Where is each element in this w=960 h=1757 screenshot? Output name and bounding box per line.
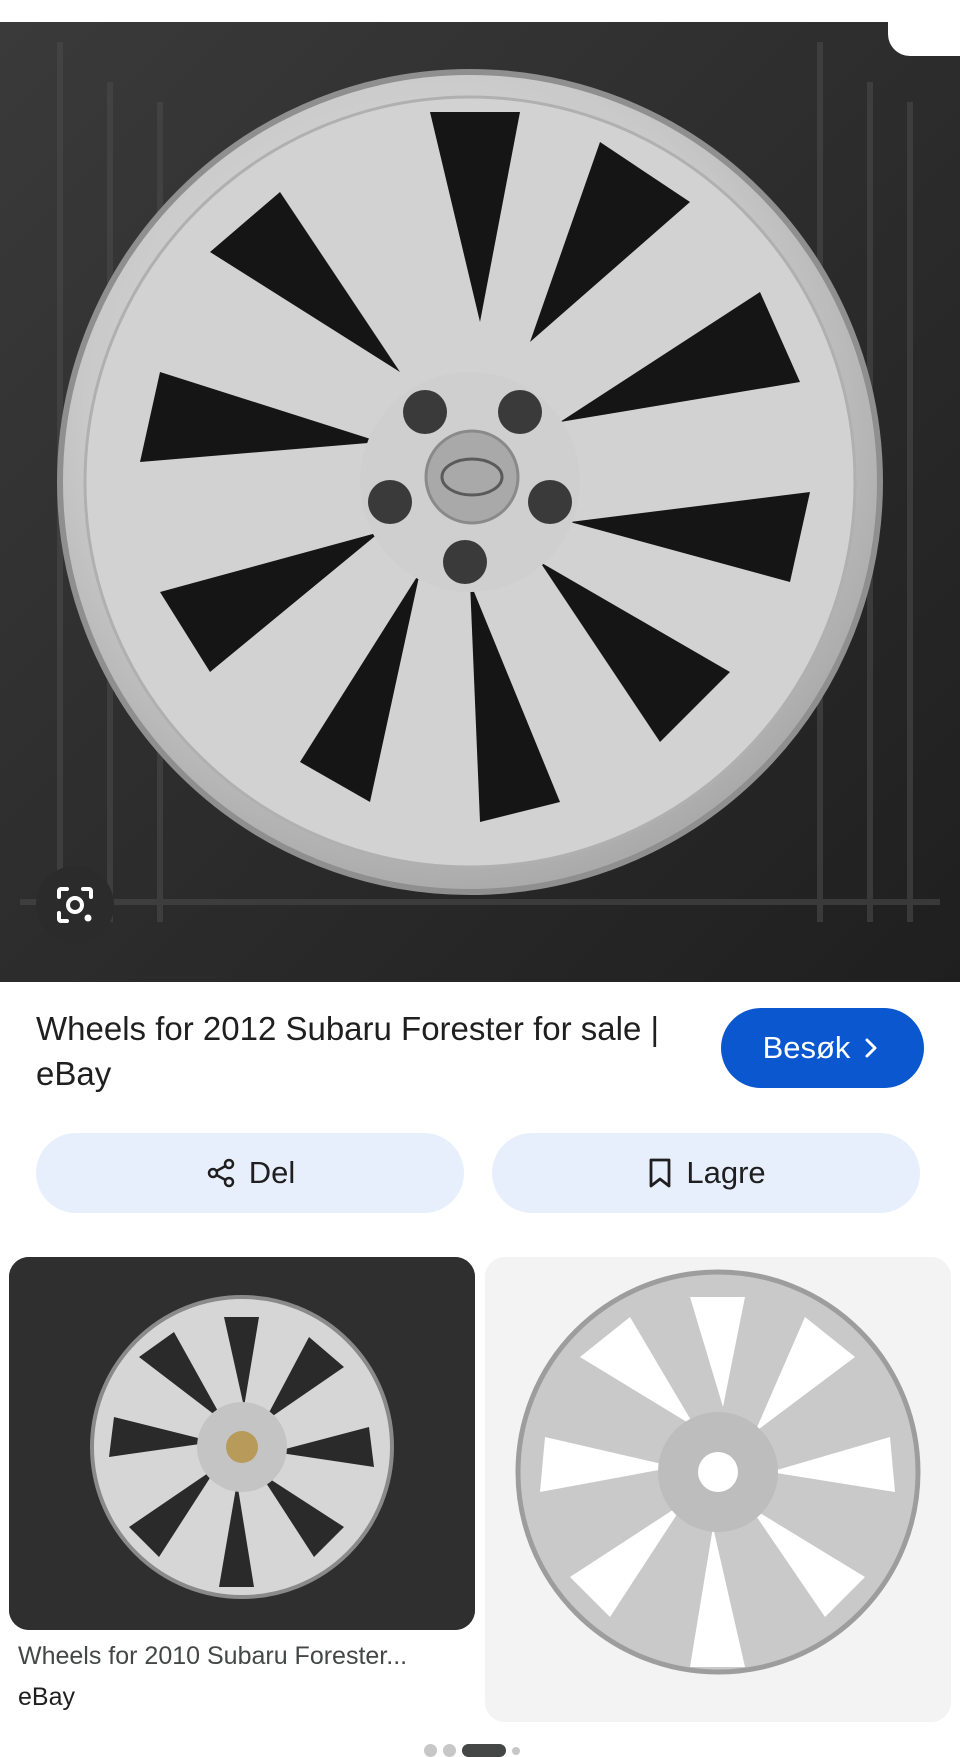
- related-result-image-2[interactable]: [485, 1257, 951, 1722]
- visit-button-label: Besøk: [762, 1030, 851, 1065]
- side-panel-tab: [888, 0, 960, 56]
- carousel-dot-active: [462, 1744, 506, 1757]
- main-image[interactable]: [0, 22, 960, 982]
- carousel-dot: [424, 1744, 437, 1757]
- carousel-indicator: [424, 1744, 520, 1757]
- chevron-right-icon: [865, 1038, 877, 1058]
- result-title[interactable]: Wheels for 2012 Subaru Forester for sale…: [36, 1006, 676, 1096]
- wheel-photo: [0, 22, 960, 982]
- share-icon: [207, 1158, 234, 1188]
- related-wheel-image: [9, 1257, 475, 1630]
- related-result-image[interactable]: [9, 1257, 475, 1630]
- related-result-source: eBay: [18, 1683, 75, 1711]
- related-wheel-image-2: [485, 1257, 951, 1722]
- carousel-dot: [443, 1744, 456, 1757]
- carousel-dot: [512, 1746, 520, 1755]
- share-button-label: Del: [248, 1155, 296, 1190]
- related-result-title[interactable]: Wheels for 2010 Subaru Forester...: [18, 1642, 468, 1671]
- visit-button[interactable]: Besøk: [721, 1008, 924, 1088]
- top-bar: [0, 0, 960, 22]
- lens-camera-icon: [57, 887, 93, 923]
- bookmark-icon: [649, 1158, 671, 1188]
- lens-search-button[interactable]: [36, 866, 114, 944]
- save-button-label: Lagre: [686, 1155, 766, 1190]
- share-button[interactable]: Del: [36, 1133, 464, 1213]
- save-button[interactable]: Lagre: [492, 1133, 920, 1213]
